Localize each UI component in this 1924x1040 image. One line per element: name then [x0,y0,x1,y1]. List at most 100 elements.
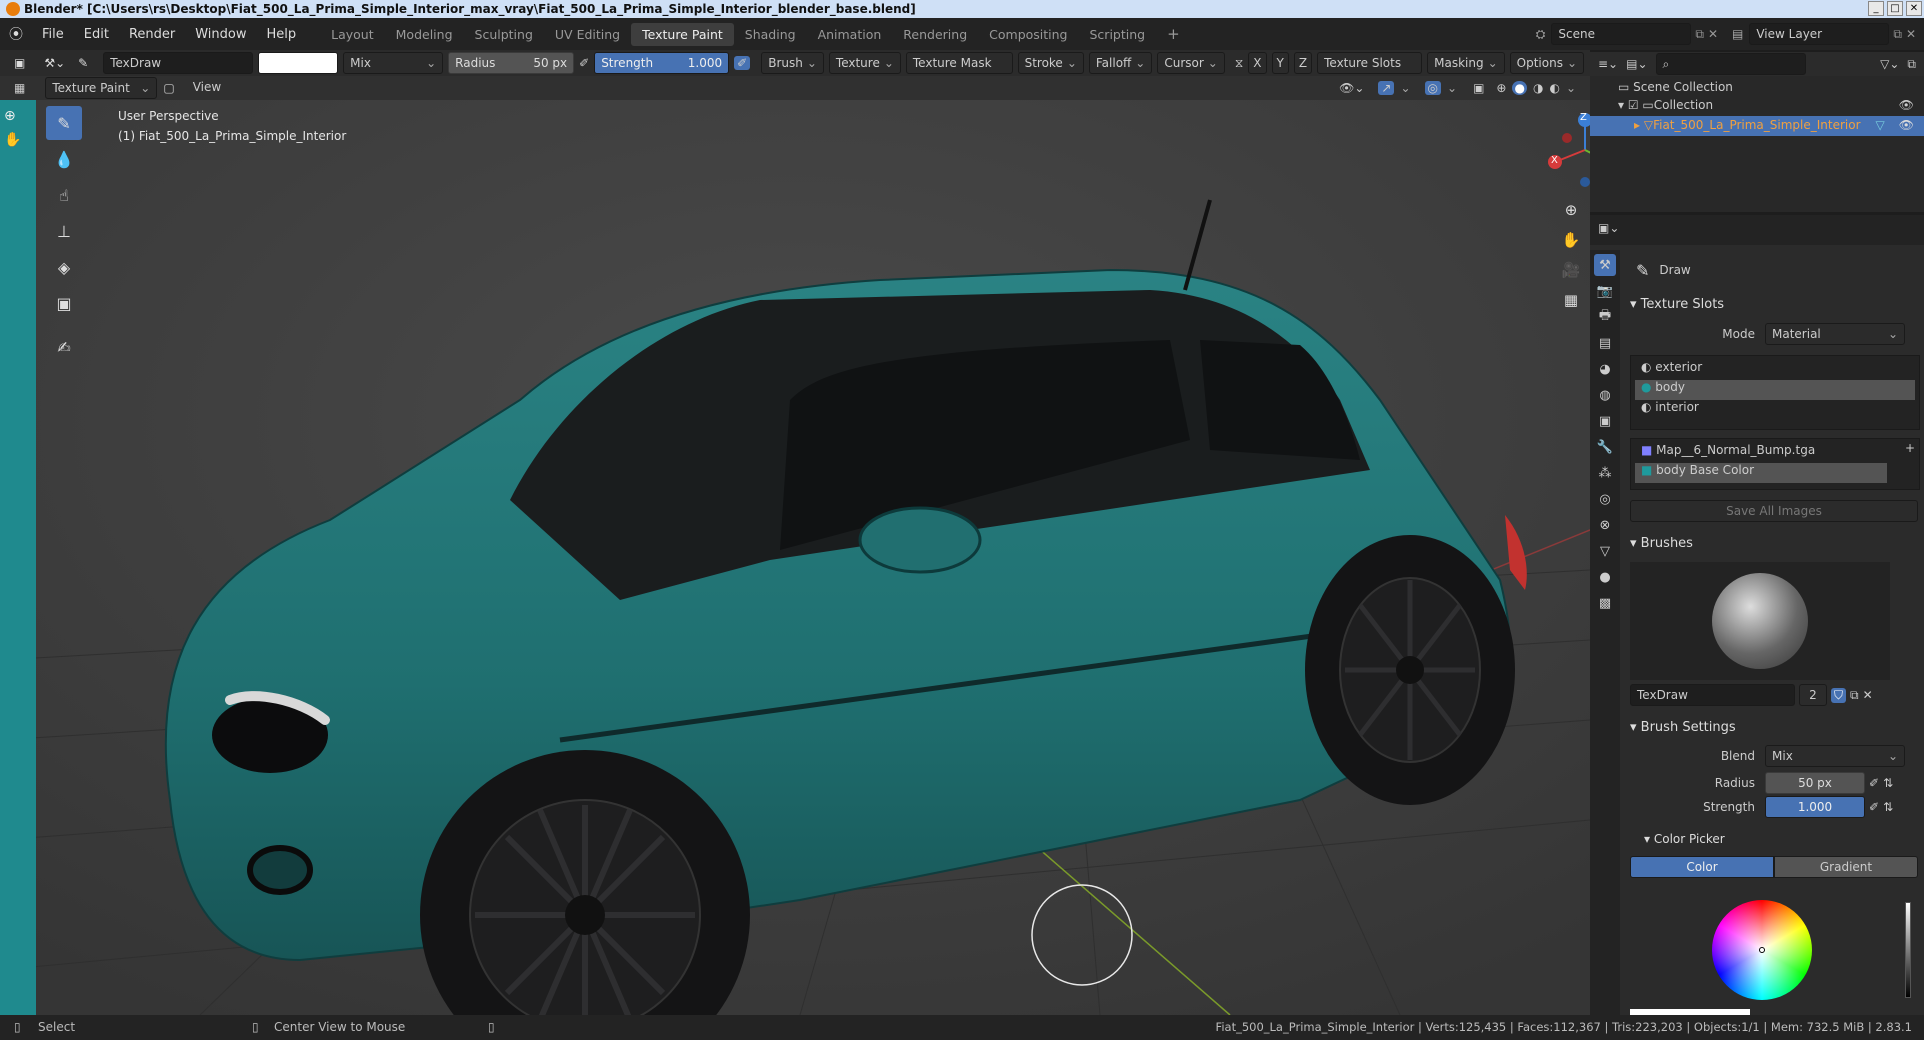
outliner-editor-icon[interactable]: ≡⌄ [1598,57,1618,71]
brush-settings-panel-header[interactable]: ▾ Brush Settings [1630,720,1920,742]
tab-animation[interactable]: Animation [807,23,893,46]
outliner-collection-row[interactable]: ▾ ☑ ▭ Collection 👁 [1590,96,1924,116]
scene-new-icon[interactable]: ⧉ [1691,27,1708,42]
blend-select[interactable]: Mix [1765,745,1905,767]
mode-select[interactable]: Material [1765,323,1905,345]
overlay-toggle-icon[interactable]: ▢ [163,81,174,95]
fill-tool-icon[interactable]: ◈ [46,250,82,284]
overlays-toggle-icon[interactable]: ◎ [1424,81,1442,95]
camera-view-icon[interactable]: 🎥 [1556,255,1586,285]
falloff-menu[interactable]: Falloff [1088,52,1153,74]
outliner-scene-collection[interactable]: ▭ Scene Collection [1590,76,1924,96]
data-tab-icon[interactable]: ▽ [1594,540,1616,562]
outliner-search-input[interactable]: ⌕ [1655,53,1806,75]
brushes-panel-header[interactable]: ▾ Brushes [1630,536,1920,558]
brush-radius-field[interactable]: 50 px [1765,772,1865,794]
eye-icon[interactable]: 👁 [1899,98,1914,116]
brush-menu[interactable]: Brush [761,52,824,74]
smear-tool-icon[interactable]: ☝ [46,178,82,212]
hand-strip-icon[interactable]: ✋ [4,132,32,148]
mask-tool-icon[interactable]: ▣ [46,286,82,320]
pan-hand-icon[interactable]: ✋ [1556,225,1586,255]
draw-tool-icon[interactable]: ✎ [46,106,82,140]
blender-menu-icon[interactable]: ⦿ [0,24,32,44]
strength-unit-icon[interactable]: ⇅ [1883,800,1893,814]
radius-pressure-toggle-icon[interactable]: ✐ [1869,776,1879,790]
scene-close-icon[interactable]: ✕ [1708,27,1726,41]
view-menu[interactable]: View [187,77,227,99]
minimize-button[interactable]: _ [1868,1,1884,16]
shading-rendered-icon[interactable]: ◐ [1549,81,1559,95]
tab-shading[interactable]: Shading [734,23,807,46]
menu-window[interactable]: Window [185,27,256,42]
tab-color[interactable]: Color [1630,856,1774,878]
mode-dropdown[interactable]: Texture Paint [45,77,158,99]
mesh-data-icon[interactable]: ▽ [1876,118,1885,136]
color-picker-panel-header[interactable]: ▾ Color Picker [1630,832,1920,854]
brush-preview[interactable] [1630,562,1890,680]
tool-tab-icon[interactable]: ⚒ [1594,254,1616,276]
close-button[interactable]: ✕ [1906,1,1922,16]
texture-mask-menu[interactable]: Texture Mask [905,52,1013,74]
brush-strength-slider[interactable]: 1.000 [1765,796,1865,818]
gizmo-toggle-icon[interactable]: ↗ [1378,81,1395,95]
tab-texture-paint[interactable]: Texture Paint [631,22,734,46]
properties-editor-icon[interactable]: ▣⌄ [1598,221,1619,235]
view-layer-selector[interactable]: View Layer [1749,23,1890,45]
world-tab-icon[interactable]: ◍ [1594,384,1616,406]
xray-toggle-icon[interactable]: ▣ [1473,81,1484,95]
value-slider[interactable] [1905,902,1911,998]
texture-tab-icon[interactable]: ▩ [1594,592,1616,614]
material-item-selected[interactable]: ● body [1635,380,1915,400]
tab-gradient[interactable]: Gradient [1774,856,1918,878]
tab-compositing[interactable]: Compositing [978,23,1078,46]
soften-tool-icon[interactable]: 💧 [46,142,82,176]
3d-viewport[interactable]: User Perspective (1) Fiat_500_La_Prima_S… [0,100,1590,1015]
material-item[interactable]: ◐ exterior [1635,360,1915,380]
strength-slider[interactable]: Strength 1.000 [594,52,730,74]
menu-file[interactable]: File [32,27,74,42]
duplicate-brush-icon[interactable]: ⧉ [1850,688,1859,703]
tab-uv-editing[interactable]: UV Editing [544,23,631,46]
scene-selector[interactable]: Scene [1551,23,1692,45]
filter-icon[interactable]: ▽⌄ [1880,57,1899,71]
view-layer-close-icon[interactable]: ✕ [1906,27,1924,41]
add-workspace-button[interactable]: + [1156,21,1191,47]
material-tab-icon[interactable]: ● [1594,566,1616,588]
add-slot-button[interactable]: + [1905,441,1915,455]
tab-modeling[interactable]: Modeling [385,23,464,46]
shading-wireframe-icon[interactable]: ⊕ [1496,81,1506,95]
perspective-toggle-icon[interactable]: ▦ [1556,285,1586,315]
display-mode-icon[interactable]: ▤⌄ [1626,57,1647,71]
editor-type-icon[interactable]: ▣ [14,56,25,70]
constraints-tab-icon[interactable]: ⊗ [1594,514,1616,536]
blend-mode-dropdown[interactable]: Mix [343,52,444,74]
tab-rendering[interactable]: Rendering [892,23,978,46]
texture-slots-panel-header[interactable]: ▾ Texture Slots [1630,297,1920,319]
material-item[interactable]: ◐ interior [1635,400,1915,420]
scene-tab-icon[interactable]: ◕ [1594,358,1616,380]
expand-arrow-icon[interactable]: ▾ ☑ ▭ [1618,98,1654,116]
brush-users-count[interactable]: 2 [1799,684,1827,706]
render-tab-icon[interactable]: 📷 [1594,280,1616,302]
brush-name-field[interactable]: TexDraw [103,52,254,74]
tab-scripting[interactable]: Scripting [1079,23,1157,46]
options-menu[interactable]: Options [1509,52,1585,74]
brush-name-input[interactable]: TexDraw [1630,684,1795,706]
annotate-tool-icon[interactable]: ✍ [46,330,82,364]
tab-layout[interactable]: Layout [320,23,385,46]
menu-edit[interactable]: Edit [74,27,119,42]
symmetry-y-toggle[interactable]: Y [1271,52,1289,74]
symmetry-x-toggle[interactable]: X [1248,52,1267,74]
menu-render[interactable]: Render [119,27,185,42]
tool-settings-icon[interactable]: ⚒⌄ [44,56,65,70]
modifier-tab-icon[interactable]: 🔧 [1594,436,1616,458]
texture-menu[interactable]: Texture [828,52,901,74]
zoom-strip-icon[interactable]: ⊕ [4,108,32,124]
fake-user-shield-icon[interactable]: ⛉ [1831,687,1847,703]
navigation-gizmo[interactable]: Z X Y [1545,110,1590,190]
symmetry-z-toggle[interactable]: Z [1293,52,1313,74]
image-item-selected[interactable]: ■ body Base Color [1635,463,1887,483]
radius-pressure-icon[interactable]: ✐ [579,56,589,70]
output-tab-icon[interactable]: 🖶 [1594,306,1616,328]
